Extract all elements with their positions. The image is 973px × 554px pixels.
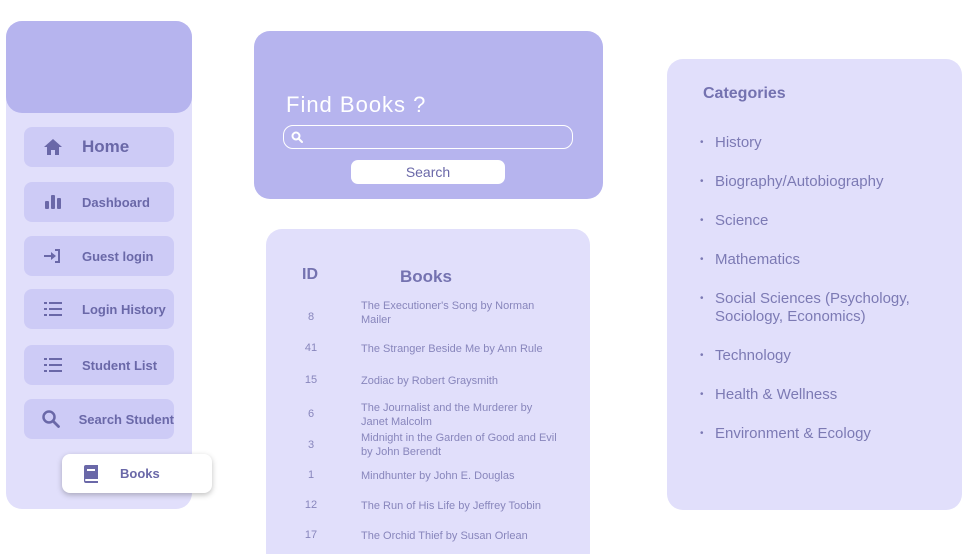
row-title: The Executioner's Song by Norman Mailer — [361, 300, 535, 326]
column-header-books: Books — [400, 267, 452, 286]
list-icon — [24, 358, 82, 372]
category-item[interactable]: • Environment & Ecology — [700, 425, 950, 443]
sidebar-item-dashboard[interactable]: Dashboard — [24, 182, 174, 222]
sidebar-item-books[interactable]: Books — [62, 454, 212, 493]
category-item[interactable]: • Science — [700, 212, 950, 230]
sidebar-item-label: Guest login — [82, 248, 154, 264]
row-id: 6 — [307, 408, 315, 420]
find-books-title: Find Books ? — [286, 92, 427, 117]
row-title: Midnight in the Garden of Good and Evil … — [361, 432, 557, 458]
row-id: 15 — [304, 374, 318, 386]
search-icon — [291, 130, 303, 148]
row-id: 3 — [307, 439, 315, 451]
bar-chart-icon — [24, 195, 82, 209]
sidebar-item-label: Login History — [82, 301, 166, 317]
sidebar-item-label: Books — [120, 466, 160, 481]
app-root: Home Dashboard Guest login Login History… — [0, 0, 973, 554]
sidebar-header — [6, 21, 192, 113]
sidebar-item-search-student[interactable]: Search Student — [24, 399, 174, 439]
row-id: 8 — [307, 311, 315, 323]
column-header-id: ID — [302, 266, 318, 283]
category-item[interactable]: • History — [700, 134, 950, 152]
row-id: 41 — [304, 342, 318, 354]
sidebar-item-label: Search Student — [78, 411, 174, 427]
row-title: The Stranger Beside Me by Ann Rule — [361, 343, 543, 355]
sidebar-item-label: Dashboard — [82, 194, 150, 210]
search-button[interactable]: Search — [351, 160, 505, 184]
sidebar-item-guest-login[interactable]: Guest login — [24, 236, 174, 276]
category-item[interactable]: • Biography/Autobiography — [700, 173, 950, 191]
sidebar-item-label: Student List — [82, 357, 158, 373]
row-title: The Orchid Thief by Susan Orlean — [361, 530, 528, 542]
sidebar-item-student-list[interactable]: Student List — [24, 345, 174, 385]
category-item[interactable]: • Technology — [700, 347, 950, 365]
row-id: 1 — [307, 469, 315, 481]
home-icon — [24, 138, 82, 156]
row-id: 12 — [304, 499, 318, 511]
row-title: The Run of His Life by Jeffrey Toobin — [361, 500, 541, 512]
categories-title: Categories — [703, 85, 786, 102]
sidebar-item-label: Home — [82, 137, 130, 156]
category-item[interactable]: • Health & Wellness — [700, 386, 950, 404]
list-icon — [24, 302, 82, 316]
search-icon — [24, 410, 79, 428]
login-icon — [24, 248, 82, 264]
category-item[interactable]: • Social Sciences (Psychology, Sociology,… — [700, 290, 950, 326]
row-title: The Journalist and the Murderer by Janet… — [361, 402, 533, 428]
search-input[interactable] — [283, 125, 573, 149]
sidebar-item-home[interactable]: Home — [24, 127, 174, 167]
row-title: Zodiac by Robert Graysmith — [361, 375, 498, 387]
row-title: Mindhunter by John E. Douglas — [361, 470, 515, 482]
sidebar-item-login-history[interactable]: Login History — [24, 289, 174, 329]
book-icon — [62, 464, 120, 483]
category-item[interactable]: • Mathematics — [700, 251, 950, 269]
row-id: 17 — [304, 529, 318, 541]
